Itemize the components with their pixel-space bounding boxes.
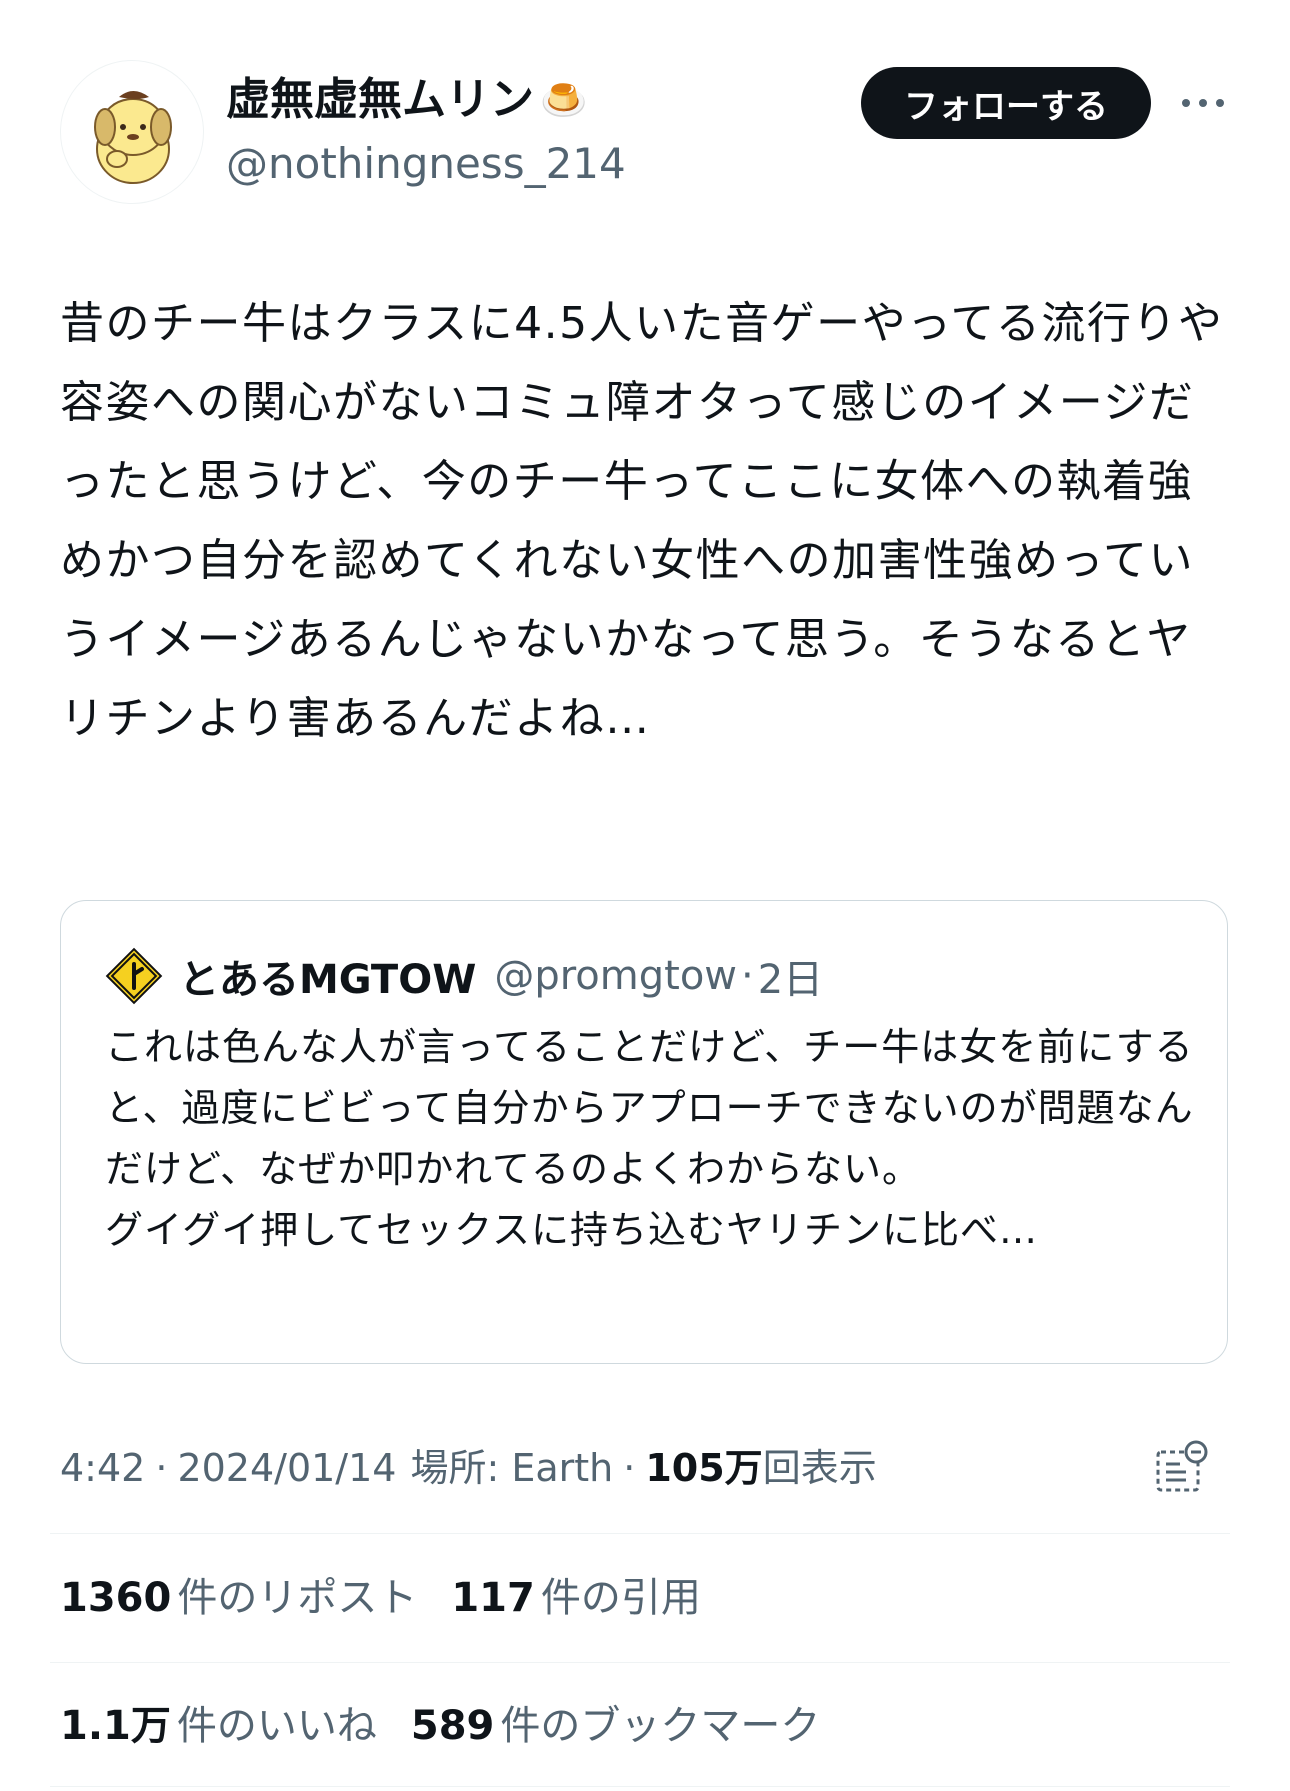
- analytics-icon[interactable]: [1150, 1438, 1210, 1498]
- divider: [50, 1662, 1230, 1663]
- meta-separator: ·: [623, 1446, 636, 1490]
- display-name-text: 虚無虚無ムリン: [226, 74, 534, 125]
- quoted-time[interactable]: 2日: [758, 947, 823, 1005]
- quoted-tweet-text: これは色んな人が言ってることだけど、チー牛は女を前にすると、過度にビビって自分か…: [105, 1025, 1194, 1252]
- post-date[interactable]: 2024/01/14: [177, 1440, 396, 1496]
- meta-separator: ·: [155, 1446, 168, 1490]
- follow-button[interactable]: フォローする: [861, 67, 1151, 139]
- tweet-meta: 4:42 · 2024/01/14 場所: Earth · 105万 回表示: [60, 1440, 877, 1496]
- bookmarks-label: 件のブックマーク: [500, 1703, 821, 1749]
- display-name[interactable]: 虚無虚無ムリン 🍮: [226, 72, 587, 128]
- avatar[interactable]: [60, 60, 204, 204]
- quoted-separator: ·: [741, 953, 754, 999]
- bookmarks-stat[interactable]: 589 件のブックマーク: [411, 1696, 821, 1756]
- pompompurin-avatar-icon: [94, 91, 172, 184]
- quoted-handle[interactable]: @promgtow: [494, 953, 737, 999]
- views-label: 回表示: [762, 1446, 877, 1490]
- quotes-label: 件の引用: [540, 1575, 701, 1621]
- quoted-tweet-header: とあるMGTOW @promgtow · 2日: [179, 947, 823, 1005]
- tweet-text: 昔のチー牛はクラスに4.5人いた音ゲーやってる流行りや容姿への関心がないコミュ障…: [60, 298, 1224, 744]
- pudding-emoji-icon: 🍮: [540, 78, 588, 122]
- quoted-display-name[interactable]: とあるMGTOW: [179, 947, 476, 1005]
- reposts-stat[interactable]: 1360 件のリポスト: [60, 1568, 417, 1628]
- road-sign-icon: [105, 947, 163, 1005]
- reposts-count: 1360: [60, 1575, 172, 1621]
- likes-label: 件のいいね: [176, 1703, 377, 1749]
- reposts-label: 件のリポスト: [177, 1575, 418, 1621]
- post-location: 場所: Earth: [410, 1446, 614, 1490]
- engagement-row-2: 1.1万 件のいいね 589 件のブックマーク: [60, 1696, 820, 1756]
- divider: [50, 1786, 1230, 1787]
- likes-stat[interactable]: 1.1万 件のいいね: [60, 1696, 377, 1756]
- likes-count: 1.1万: [60, 1703, 171, 1749]
- post-time[interactable]: 4:42: [60, 1440, 145, 1496]
- quotes-count: 117: [451, 1575, 535, 1621]
- quotes-stat[interactable]: 117 件の引用: [451, 1568, 701, 1628]
- user-handle[interactable]: @nothingness_214: [226, 136, 626, 192]
- divider: [50, 1533, 1230, 1534]
- more-dots-icon[interactable]: [1178, 88, 1228, 118]
- bookmarks-count: 589: [410, 1703, 495, 1749]
- engagement-row-1: 1360 件のリポスト 117 件の引用: [60, 1568, 701, 1628]
- quoted-tweet-card[interactable]: とあるMGTOW @promgtow · 2日 これは色んな人が言ってることだけ…: [60, 900, 1228, 1364]
- views-count: 105万: [645, 1446, 763, 1490]
